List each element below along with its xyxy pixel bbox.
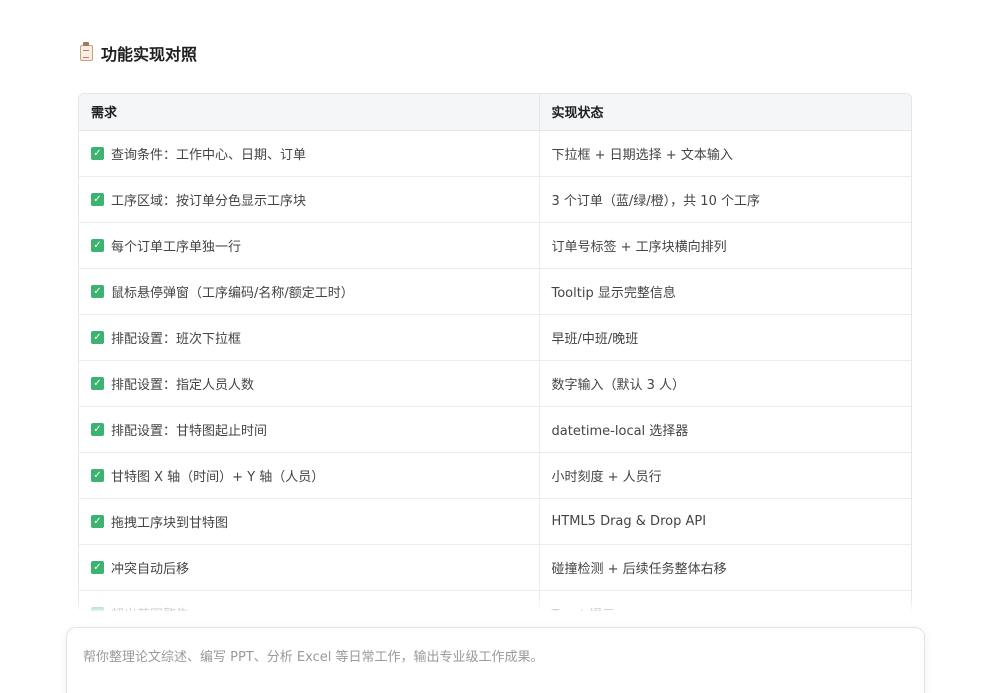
section-title: 功能实现对照 [101, 45, 198, 64]
requirement-content: ✓ 排配设置：班次下拉框 [91, 315, 527, 360]
requirement-cell: ✓ 工序区域：按订单分色显示工序块 [79, 176, 540, 223]
requirement-content: ✓ 冲突自动后移 [91, 545, 527, 590]
table-row: ✓ 拖拽工序块到甘特图 HTML5 Drag & Drop API [79, 498, 911, 545]
table-row: ✓ 排配设置：班次下拉框 早班/中班/晚班 [79, 314, 911, 361]
header-requirement: 需求 [79, 94, 540, 131]
requirement-text: 冲突自动后移 [111, 561, 190, 577]
table-row: ✓ 甘特图 X 轴（时间）+ Y 轴（人员） 小时刻度 + 人员行 [79, 452, 911, 499]
requirement-content: ✓ 查询条件：工作中心、日期、订单 [91, 131, 527, 176]
status-cell: 小时刻度 + 人员行 [539, 452, 911, 499]
status-cell: 3 个订单（蓝/绿/橙），共 10 个工序 [539, 176, 911, 223]
check-box-icon: ✓ [91, 192, 104, 206]
requirement-content: ✓ 排配设置：指定人员人数 [91, 361, 527, 406]
status-cell: datetime-local 选择器 [539, 406, 911, 453]
chat-input[interactable] [83, 646, 903, 686]
check-box-icon: ✓ [91, 468, 104, 482]
status-cell: 订单号标签 + 工序块横向排列 [539, 222, 911, 269]
check-box-icon: ✓ [91, 238, 104, 252]
requirement-cell: ✓ 排配设置：班次下拉框 [79, 314, 540, 361]
status-cell: Tooltip 显示完整信息 [539, 268, 911, 315]
section-heading: 功能实现对照 [80, 42, 197, 64]
status-cell: 碰撞检测 + 后续任务整体右移 [539, 544, 911, 591]
requirement-content: ✓ 拖拽工序块到甘特图 [91, 499, 527, 544]
requirement-text: 鼠标悬停弹窗（工序编码/名称/额定工时） [111, 285, 354, 301]
feature-table-container[interactable]: 需求 实现状态 ✓ 查询条件：工作中心、日期、订单 下拉框 + 日期选择 + 文本输… [78, 93, 912, 611]
requirement-cell: ✓ 甘特图 X 轴（时间）+ Y 轴（人员） [79, 452, 540, 499]
requirement-text: 拖拽工序块到甘特图 [111, 515, 229, 531]
check-box-icon: ✓ [91, 284, 104, 298]
requirement-text: 排配设置：指定人员人数 [111, 377, 255, 393]
check-box-icon: ✓ [91, 606, 104, 611]
requirement-text: 每个订单工序单独一行 [111, 239, 242, 255]
table-row: ✓ 冲突自动后移 碰撞检测 + 后续任务整体右移 [79, 544, 911, 591]
table-row: ✓ 排配设置：甘特图起止时间 datetime-local 选择器 [79, 406, 911, 453]
requirement-text: 甘特图 X 轴（时间）+ Y 轴（人员） [111, 469, 325, 485]
requirement-cell: ✓ 超出范围警告 [79, 590, 540, 612]
check-box-icon: ✓ [91, 146, 104, 160]
requirement-cell: ✓ 每个订单工序单独一行 [79, 222, 540, 269]
table-body: ✓ 查询条件：工作中心、日期、订单 下拉框 + 日期选择 + 文本输入 ✓ 工序区域：按… [79, 130, 911, 612]
requirement-cell: ✓ 冲突自动后移 [79, 544, 540, 591]
requirement-cell: ✓ 排配设置：甘特图起止时间 [79, 406, 540, 453]
requirement-content: ✓ 甘特图 X 轴（时间）+ Y 轴（人员） [91, 453, 527, 498]
requirement-cell: ✓ 拖拽工序块到甘特图 [79, 498, 540, 545]
table-row: ✓ 排配设置：指定人员人数 数字输入（默认 3 人） [79, 360, 911, 407]
requirement-content: ✓ 工序区域：按订单分色显示工序块 [91, 177, 527, 222]
check-box-icon: ✓ [91, 560, 104, 574]
check-box-icon: ✓ [91, 422, 104, 436]
table-row: ✓ 工序区域：按订单分色显示工序块 3 个订单（蓝/绿/橙），共 10 个工序 [79, 176, 911, 223]
requirement-content: ✓ 鼠标悬停弹窗（工序编码/名称/额定工时） [91, 269, 527, 314]
chat-input-box[interactable] [66, 627, 925, 693]
clipboard-icon [80, 42, 93, 61]
status-cell: Toast 提示 [539, 590, 911, 611]
status-cell: HTML5 Drag & Drop API [539, 498, 911, 545]
table-row: ✓ 查询条件：工作中心、日期、订单 下拉框 + 日期选择 + 文本输入 [79, 130, 911, 177]
requirement-content: ✓ 每个订单工序单独一行 [91, 223, 527, 268]
requirement-cell: ✓ 查询条件：工作中心、日期、订单 [79, 130, 540, 177]
check-box-icon: ✓ [91, 514, 104, 528]
requirement-text: 排配设置：班次下拉框 [111, 331, 242, 347]
requirement-content: ✓ 超出范围警告 [91, 591, 527, 612]
check-box-icon: ✓ [91, 330, 104, 344]
table-header-row: 需求 实现状态 [79, 94, 911, 131]
requirement-cell: ✓ 排配设置：指定人员人数 [79, 360, 540, 407]
header-status: 实现状态 [539, 94, 911, 131]
status-cell: 数字输入（默认 3 人） [539, 360, 911, 407]
check-box-icon: ✓ [91, 376, 104, 390]
requirement-text: 排配设置：甘特图起止时间 [111, 423, 268, 439]
table-row: ✓ 每个订单工序单独一行 订单号标签 + 工序块横向排列 [79, 222, 911, 269]
requirement-text: 查询条件：工作中心、日期、订单 [111, 147, 307, 163]
status-cell: 下拉框 + 日期选择 + 文本输入 [539, 130, 911, 177]
page: 功能实现对照 需求 实现状态 ✓ 查询条件：工作中心、日期、订单 下拉框 + 日期选… [0, 0, 990, 693]
requirement-text: 工序区域：按订单分色显示工序块 [111, 193, 307, 209]
requirement-content: ✓ 排配设置：甘特图起止时间 [91, 407, 527, 452]
table-row: ✓ 鼠标悬停弹窗（工序编码/名称/额定工时） Tooltip 显示完整信息 [79, 268, 911, 315]
status-cell: 早班/中班/晚班 [539, 314, 911, 361]
feature-table: 需求 实现状态 ✓ 查询条件：工作中心、日期、订单 下拉框 + 日期选择 + 文本输… [79, 94, 911, 612]
table-row: ✓ 超出范围警告 Toast 提示 [79, 590, 911, 612]
requirement-text: 超出范围警告 [111, 604, 189, 612]
requirement-cell: ✓ 鼠标悬停弹窗（工序编码/名称/额定工时） [79, 268, 540, 315]
